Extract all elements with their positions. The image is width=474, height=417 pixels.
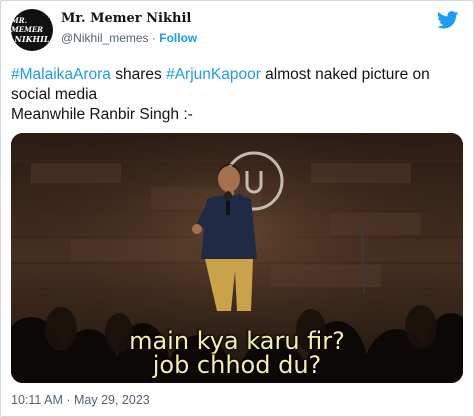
avatar[interactable]: MR. MEMER NIKHIL xyxy=(11,9,53,51)
avatar-text-line1: MR. MEMER xyxy=(11,16,43,34)
tweet-text: #MalaikaArora shares #ArjunKapoor almost… xyxy=(11,65,461,125)
avatar-text-line2: NIKHIL xyxy=(14,34,50,44)
follow-button[interactable]: Follow xyxy=(159,31,197,45)
author-handle[interactable]: @Nikhil_memes xyxy=(61,31,149,45)
author-handle-row: @Nikhil_memes · Follow xyxy=(61,31,197,45)
hashtag-malaika[interactable]: #MalaikaArora xyxy=(11,66,111,83)
twitter-bird-icon[interactable] xyxy=(437,11,459,29)
tweet-media[interactable]: main kya karu fir? job chhod du? xyxy=(11,133,463,383)
tweet-text-part1: shares xyxy=(110,66,167,83)
tweet-timestamp[interactable]: 10:11 AM · May 29, 2023 xyxy=(11,393,150,407)
tweet-card: MR. MEMER NIKHIL Mr. Memer Nikhil @Nikhi… xyxy=(0,0,474,417)
handle-separator: · xyxy=(151,31,156,45)
tweet-text-line2: Meanwhile Ranbir Singh :- xyxy=(11,106,193,123)
video-subtitle-line2: job chhod du? xyxy=(152,351,322,379)
author-display-name[interactable]: Mr. Memer Nikhil xyxy=(61,11,191,26)
hashtag-arjun[interactable]: #ArjunKapoor xyxy=(166,66,261,83)
